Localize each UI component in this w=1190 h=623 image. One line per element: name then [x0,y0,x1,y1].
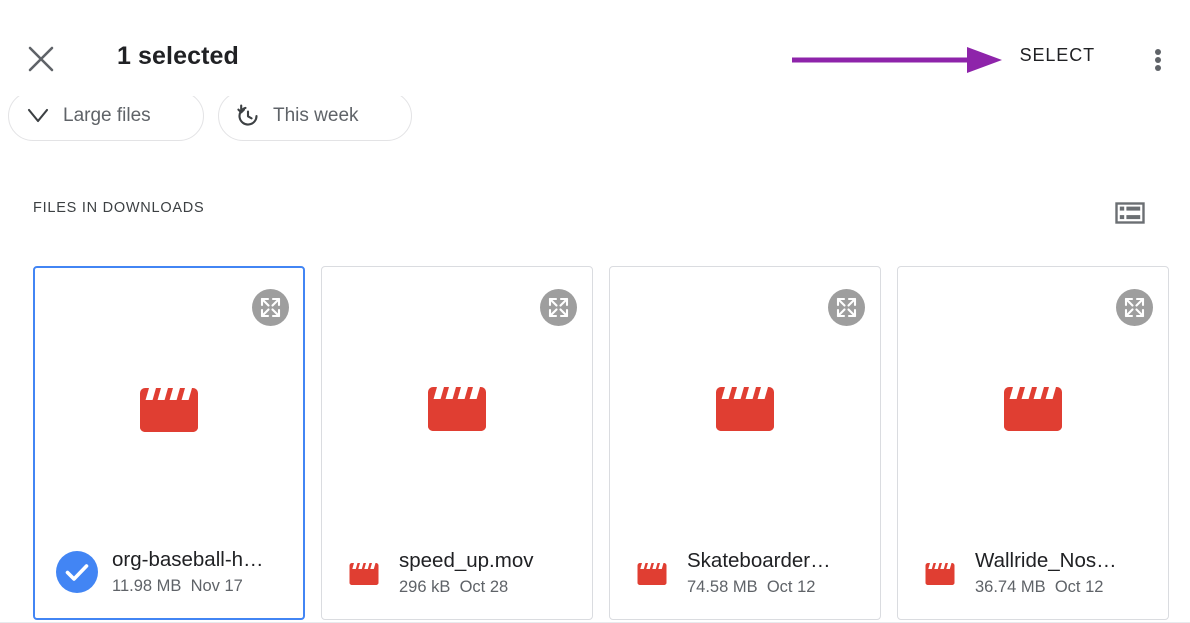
select-button[interactable]: SELECT [1020,45,1095,66]
video-clapper-icon [610,379,880,435]
close-icon[interactable] [22,40,60,78]
overflow-dot [1155,49,1161,55]
file-size: 11.98 MB [112,576,186,595]
file-info: org-baseball-h… 11.98 MB Nov 17 [112,547,303,598]
top-app-bar: 1 selected SELECT [0,0,1190,92]
expand-icon[interactable] [1116,289,1153,326]
file-info: speed_up.mov 296 kB Oct 28 [399,548,592,599]
file-grid: org-baseball-h… 11.98 MB Nov 17 speed_up… [0,266,1190,623]
file-card[interactable]: Wallride_Nos… 36.74 MB Oct 12 [897,266,1169,620]
file-type-icon [919,552,961,594]
file-meta: 11.98 MB Nov 17 [112,574,297,598]
filter-chip-this-week[interactable]: This week [218,96,412,141]
filter-chips-row: Large files This week [0,96,1190,148]
file-name: Skateboarder… [687,548,831,572]
file-date: Oct 12 [1054,577,1104,596]
file-name: org-baseball-h… [112,547,264,571]
selected-check-icon[interactable] [56,551,98,593]
file-meta: 296 kB Oct 28 [399,575,586,599]
overflow-dot [1155,57,1161,63]
file-type-icon [631,552,673,594]
file-card-footer: org-baseball-h… 11.98 MB Nov 17 [35,534,303,610]
file-date: Oct 12 [766,577,816,596]
expand-icon[interactable] [540,289,577,326]
file-info: Skateboarder… 74.58 MB Oct 12 [687,548,880,599]
list-view-icon[interactable] [1113,196,1147,230]
expand-icon[interactable] [252,289,289,326]
file-card[interactable]: speed_up.mov 296 kB Oct 28 [321,266,593,620]
filter-chip-label: Large files [63,105,151,126]
more-vert-icon[interactable] [1138,40,1178,80]
video-clapper-icon [35,380,303,436]
file-size: 296 kB [399,577,455,596]
section-title: FILES IN DOWNLOADS [33,200,205,216]
history-icon [235,103,261,129]
overflow-dot [1155,65,1161,71]
file-size: 74.58 MB [687,577,763,596]
page-title: 1 selected [117,42,239,70]
video-clapper-icon [898,379,1168,435]
file-card-footer: Wallride_Nos… 36.74 MB Oct 12 [898,535,1168,611]
file-date: Nov 17 [190,576,243,595]
file-card[interactable]: Skateboarder… 74.58 MB Oct 12 [609,266,881,620]
file-card-footer: speed_up.mov 296 kB Oct 28 [322,535,592,611]
file-date: Oct 28 [459,577,509,596]
file-meta: 36.74 MB Oct 12 [975,575,1162,599]
file-info: Wallride_Nos… 36.74 MB Oct 12 [975,548,1168,599]
chevron-down-icon [25,103,51,129]
file-card[interactable]: org-baseball-h… 11.98 MB Nov 17 [33,266,305,620]
file-name: Wallride_Nos… [975,548,1117,572]
file-meta: 74.58 MB Oct 12 [687,575,874,599]
file-size: 36.74 MB [975,577,1051,596]
video-clapper-icon [322,379,592,435]
filter-chip-large-files[interactable]: Large files [8,96,204,141]
file-card-footer: Skateboarder… 74.58 MB Oct 12 [610,535,880,611]
file-type-icon [343,552,385,594]
file-name: speed_up.mov [399,548,534,572]
filter-chip-label: This week [273,105,359,126]
expand-icon[interactable] [828,289,865,326]
